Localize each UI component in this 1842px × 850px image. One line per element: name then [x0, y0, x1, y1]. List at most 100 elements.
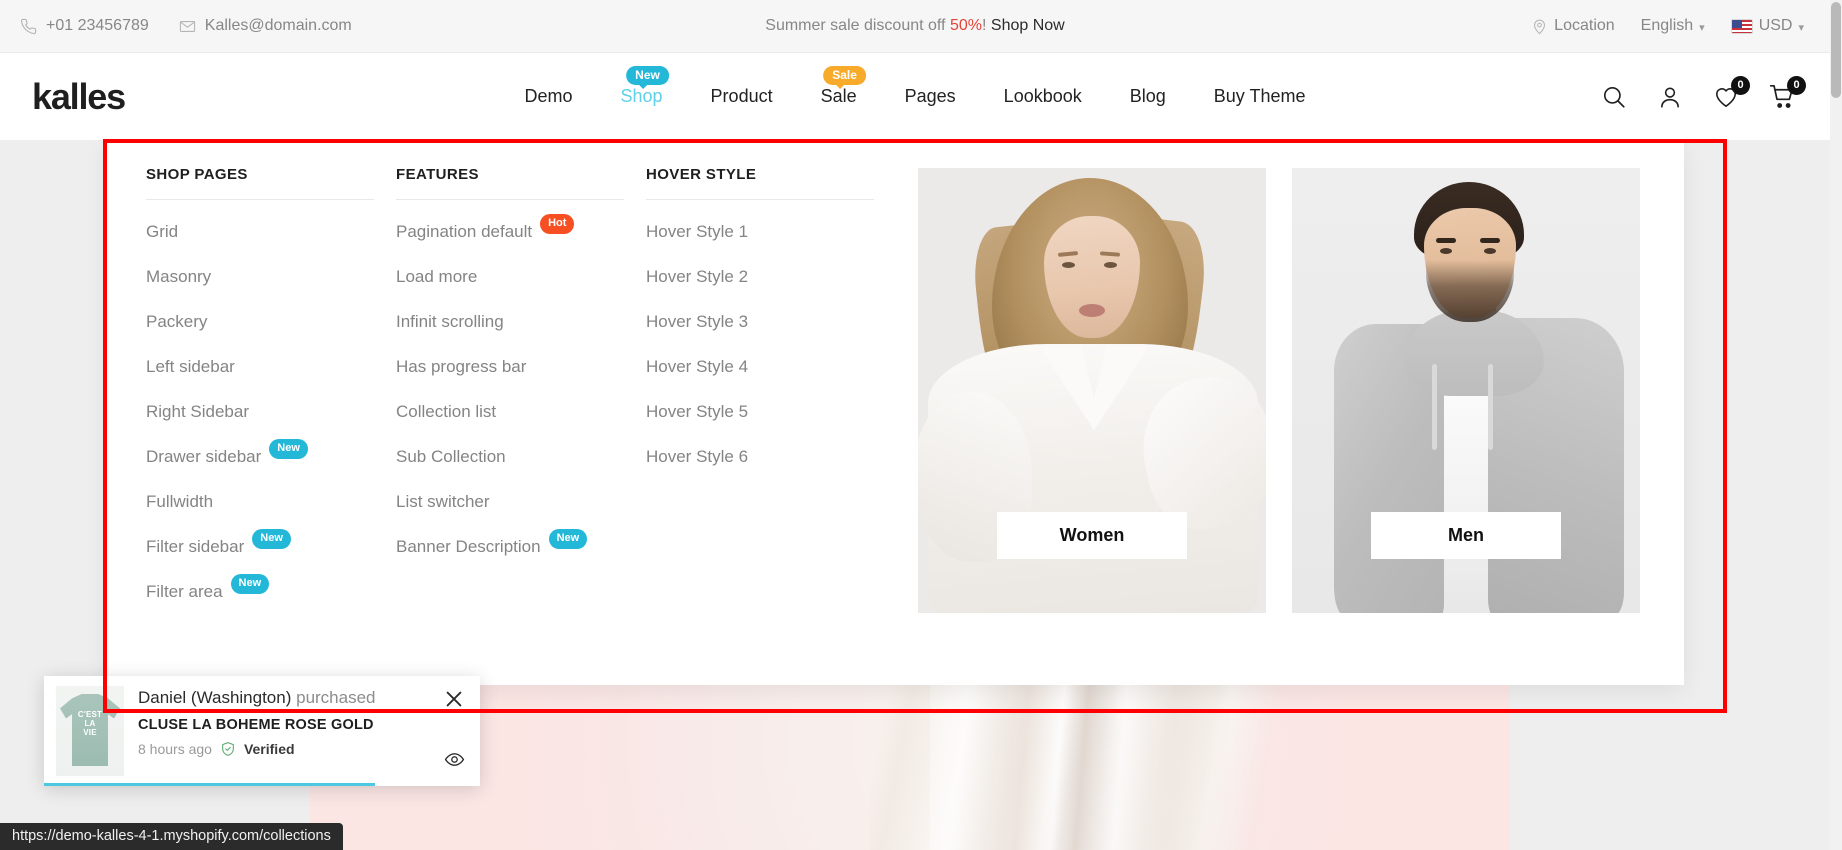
tag-new: New [252, 529, 291, 549]
account-icon[interactable] [1656, 83, 1684, 111]
map-pin-icon [1531, 18, 1548, 35]
menu-link-label: Hover Style 3 [646, 312, 749, 331]
tshirt-line-2: LA [84, 719, 96, 729]
menu-link-fullwidth[interactable]: Fullwidth [146, 479, 213, 524]
menu-link-has-progress-bar[interactable]: Has progress bar [396, 344, 526, 389]
menu-link-list-switcher[interactable]: List switcher [396, 479, 490, 524]
notification-buyer-name: Daniel (Washington) [138, 688, 292, 707]
location-selector[interactable]: Location [1531, 17, 1615, 35]
megamenu-column-features: FEATURES Pagination default Hot Load more… [396, 166, 646, 685]
cart-count-badge: 0 [1787, 75, 1806, 95]
menu-link-grid[interactable]: Grid [146, 209, 178, 254]
envelope-icon [179, 18, 196, 35]
nav-item-pages[interactable]: Pages [881, 86, 980, 107]
nav-item-sale[interactable]: Sale Sale [797, 66, 881, 107]
scrollbar-thumb[interactable] [1831, 2, 1841, 98]
wishlist-icon[interactable]: 0 [1712, 75, 1750, 111]
verified-label: Verified [243, 741, 295, 757]
menu-link-filter-sidebar[interactable]: Filter sidebar New [146, 524, 291, 569]
language-selector[interactable]: English ▾ [1641, 17, 1705, 35]
column-divider [646, 199, 874, 200]
promo-suffix: ! [981, 17, 987, 34]
us-flag-icon [1730, 18, 1753, 34]
menu-link-collection-list[interactable]: Collection list [396, 389, 496, 434]
menu-link-label: Hover Style 5 [646, 402, 749, 421]
menu-link-label: Masonry [146, 267, 212, 286]
menu-link-label: Right Sidebar [146, 402, 250, 421]
phone-contact[interactable]: +01 23456789 [20, 17, 149, 35]
nav-item-product[interactable]: Product [687, 86, 797, 107]
site-header: kalles Demo New Shop Product Sale Sale P… [0, 53, 1830, 140]
promo-shop-now-link[interactable]: Shop Now [991, 17, 1065, 34]
email-contact[interactable]: Kalles@domain.com [179, 17, 352, 35]
nav-item-buy-theme[interactable]: Buy Theme [1190, 86, 1330, 107]
banner-women[interactable]: Women [918, 168, 1266, 613]
column-title: FEATURES [396, 166, 479, 183]
notification-product-thumbnail[interactable]: C'EST LA VIE [56, 686, 124, 776]
menu-link-label: Sub Collection [396, 447, 506, 466]
menu-link-packery[interactable]: Packery [146, 299, 207, 344]
site-logo[interactable]: kalles [32, 76, 126, 118]
menu-link-hover-style-5[interactable]: Hover Style 5 [646, 389, 748, 434]
nav-label: Sale [820, 86, 857, 106]
eye-icon[interactable] [444, 749, 465, 770]
email-address: Kalles@domain.com [204, 17, 352, 34]
nav-label: Buy Theme [1213, 86, 1306, 106]
language-label: English [1640, 17, 1694, 34]
tshirt-line-1: C'EST [77, 710, 103, 719]
menu-link-hover-style-4[interactable]: Hover Style 4 [646, 344, 748, 389]
tag-new: New [269, 439, 308, 459]
nav-label: Shop [620, 86, 663, 106]
megamenu-column-shop-pages: SHOP PAGES Grid Masonry Packery Left sid… [146, 166, 396, 685]
menu-link-load-more[interactable]: Load more [396, 254, 477, 299]
shop-mega-menu: SHOP PAGES Grid Masonry Packery Left sid… [106, 140, 1684, 685]
header-action-icons: 0 0 [1600, 75, 1830, 111]
nav-label: Lookbook [1003, 86, 1082, 106]
nav-item-demo[interactable]: Demo [500, 86, 596, 107]
browser-status-bar-url: https://demo-kalles-4-1.myshopify.com/co… [0, 823, 343, 850]
banner-men[interactable]: Men [1292, 168, 1640, 613]
chevron-down-icon: ▾ [1699, 21, 1705, 34]
menu-link-label: Filter area [146, 582, 223, 601]
promo-percent: 50% [949, 17, 982, 34]
wishlist-count-badge: 0 [1731, 75, 1750, 95]
notification-meta-row: 8 hours ago Verified [138, 741, 418, 757]
currency-label: USD [1758, 17, 1793, 34]
close-icon[interactable] [443, 688, 465, 710]
menu-link-hover-style-6[interactable]: Hover Style 6 [646, 434, 748, 479]
menu-link-sub-collection[interactable]: Sub Collection [396, 434, 506, 479]
menu-link-label: Has progress bar [396, 357, 527, 376]
currency-selector[interactable]: USD ▾ [1730, 17, 1804, 35]
menu-link-drawer-sidebar[interactable]: Drawer sidebar New [146, 434, 308, 479]
nav-label: Pages [904, 86, 956, 106]
menu-link-label: Banner Description [396, 537, 541, 556]
menu-link-pagination-default[interactable]: Pagination default Hot [396, 209, 575, 254]
menu-link-right-sidebar[interactable]: Right Sidebar [146, 389, 249, 434]
notification-timestamp: 8 hours ago [138, 741, 212, 757]
menu-link-label: Drawer sidebar [146, 447, 262, 466]
nav-item-lookbook[interactable]: Lookbook [980, 86, 1106, 107]
nav-label: Product [710, 86, 773, 106]
menu-link-hover-style-3[interactable]: Hover Style 3 [646, 299, 748, 344]
search-icon[interactable] [1600, 83, 1628, 111]
menu-link-hover-style-1[interactable]: Hover Style 1 [646, 209, 748, 254]
menu-link-masonry[interactable]: Masonry [146, 254, 211, 299]
menu-link-label: Load more [396, 267, 478, 286]
browser-viewport: +01 23456789 Kalles@domain.com Summer sa… [0, 0, 1842, 850]
chevron-down-icon: ▾ [1798, 21, 1804, 34]
megamenu-banner-group: Women Men [918, 166, 1640, 685]
cart-icon[interactable]: 0 [1768, 75, 1806, 111]
page-scrollbar[interactable] [1830, 0, 1842, 850]
location-label: Location [1554, 17, 1615, 34]
purchase-notification-popup: C'EST LA VIE Daniel (Washington) purchas… [44, 676, 480, 786]
menu-link-hover-style-2[interactable]: Hover Style 2 [646, 254, 748, 299]
menu-link-label: Hover Style 2 [646, 267, 749, 286]
menu-link-banner-description[interactable]: Banner Description New [396, 524, 588, 569]
menu-link-left-sidebar[interactable]: Left sidebar [146, 344, 235, 389]
menu-link-infinit-scrolling[interactable]: Infinit scrolling [396, 299, 504, 344]
menu-link-filter-area[interactable]: Filter area New [146, 569, 270, 614]
nav-item-blog[interactable]: Blog [1106, 86, 1190, 107]
nav-item-shop[interactable]: New Shop [597, 66, 687, 107]
notification-product-name[interactable]: CLUSE LA BOHEME ROSE GOLD [138, 717, 418, 733]
menu-link-label: Fullwidth [146, 492, 214, 511]
